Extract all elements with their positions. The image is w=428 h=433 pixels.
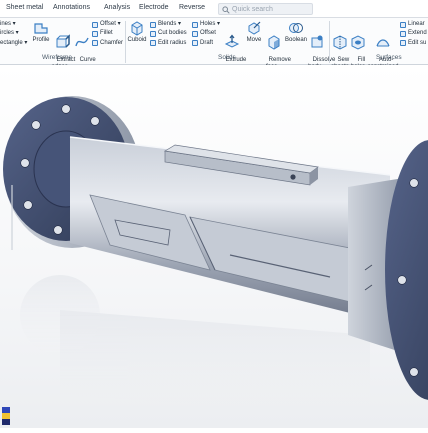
tab-electrode[interactable]: Electrode <box>139 4 169 11</box>
rectangle-label: ectangle ▾ <box>0 39 28 46</box>
lines-menu[interactable]: ines ▾ <box>0 20 27 29</box>
quick-search-box[interactable]: Quick search <box>218 3 313 15</box>
holes-menu[interactable]: Holes ▾ <box>192 20 220 29</box>
sew-sheets-icon <box>333 35 347 50</box>
auto-constrained-icon <box>376 39 390 47</box>
circles-menu[interactable]: ircles ▾ <box>0 29 27 38</box>
blends-label: Blends ▾ <box>158 21 182 27</box>
holes-label: Holes ▾ <box>200 21 221 27</box>
circles-label: ircles ▾ <box>0 30 19 37</box>
offset-face-button[interactable]: Offset <box>192 29 220 38</box>
offset-label: Offset ▾ <box>100 21 121 27</box>
part-model[interactable] <box>0 65 428 428</box>
tab-reverse[interactable]: Reverse <box>179 4 205 11</box>
edit-radius-button[interactable]: Edit radius <box>150 39 187 48</box>
offset-icon <box>92 21 98 28</box>
fillet-icon <box>92 30 98 37</box>
cuboid-label: Cuboid <box>127 37 147 43</box>
chamfer-button[interactable]: Chamfer <box>92 39 123 48</box>
wireframe-sketch-list: ines ▾ ircles ▾ ectangle ▾ <box>0 20 27 48</box>
edit-radius-label: Edit radius <box>158 39 187 46</box>
offset-curve-menu[interactable]: Offset ▾ <box>92 20 123 29</box>
solids-edit-list: Blends ▾ Cut bodies Edit radius <box>150 20 187 48</box>
profile-label: Profile <box>32 37 50 43</box>
holes-icon <box>192 21 198 28</box>
extrude-icon <box>224 34 240 48</box>
surfaces-group-label: Surfaces <box>376 54 402 61</box>
offset-face-icon <box>192 30 198 37</box>
tab-sheet-metal[interactable]: Sheet metal <box>6 4 43 11</box>
remove-face-icon <box>268 35 280 50</box>
edit-surface-label: Edit su <box>408 39 427 46</box>
cut-bodies-icon <box>150 30 156 37</box>
edit-surface-button[interactable]: Edit su <box>400 39 427 48</box>
blends-icon <box>150 21 156 28</box>
boolean-icon <box>289 23 303 33</box>
rectangle-menu[interactable]: ectangle ▾ <box>0 39 27 48</box>
solids-feature-list: Holes ▾ Offset Draft <box>192 20 220 48</box>
cut-bodies-button[interactable]: Cut bodies <box>150 29 187 38</box>
move-icon <box>248 21 261 35</box>
edit-surface-icon <box>400 40 406 47</box>
fillet-button[interactable]: Fillet <box>92 29 123 38</box>
cut-bodies-label: Cut bodies <box>158 30 187 37</box>
tab-analysis[interactable]: Analysis <box>104 4 130 11</box>
extend-button[interactable]: Extend <box>400 29 427 38</box>
draft-icon <box>192 40 198 47</box>
ribbon-panel: ines ▾ ircles ▾ ectangle ▾ Profile Extra… <box>0 18 428 70</box>
profile-icon <box>34 23 48 34</box>
wireframe-group-label: Wireframe <box>42 54 72 61</box>
dissolve-body-icon <box>311 35 323 48</box>
cuboid-button[interactable]: Cuboid <box>126 20 148 44</box>
offset-face-label: Offset <box>200 30 216 37</box>
blends-menu[interactable]: Blends ▾ <box>150 20 187 29</box>
lines-label: ines ▾ <box>0 21 16 27</box>
wireframe-edit-list: Offset ▾ Fillet Chamfer <box>92 20 123 48</box>
profile-button[interactable]: Profile <box>31 20 51 44</box>
rail-hole <box>290 174 296 180</box>
3d-viewport[interactable] <box>0 65 428 428</box>
fillet-label: Fillet <box>100 30 113 37</box>
chamfer-label: Chamfer <box>100 39 124 46</box>
chamfer-icon <box>92 40 98 47</box>
edit-radius-icon <box>150 40 156 47</box>
fill-holes-icon <box>351 35 365 50</box>
quick-search-placeholder: Quick search <box>232 5 273 13</box>
tab-annotations[interactable]: Annotations <box>53 4 90 11</box>
draft-label: Draft <box>200 39 214 46</box>
linear-button[interactable]: Linear <box>400 20 427 29</box>
view-triad-icon[interactable] <box>0 405 14 429</box>
search-icon <box>222 6 230 14</box>
solids-group-label: Solids <box>218 54 236 61</box>
extract-edges-icon <box>56 33 70 48</box>
linear-icon <box>400 21 406 28</box>
extend-label: Extend <box>408 30 427 37</box>
curve-icon <box>75 37 89 46</box>
boolean-label: Boolean <box>284 37 308 43</box>
cuboid-icon <box>131 21 143 36</box>
surfaces-edit-list: Linear Extend Edit su <box>400 20 427 48</box>
draft-button[interactable]: Draft <box>192 39 220 48</box>
move-button[interactable]: Move <box>244 20 264 44</box>
boolean-button[interactable]: Boolean <box>284 20 308 44</box>
ribbon-tab-bar: Sheet metal Annotations Analysis Electro… <box>0 0 428 18</box>
linear-label: Linear <box>408 21 425 27</box>
move-label: Move <box>246 37 262 43</box>
extend-icon <box>400 30 406 37</box>
